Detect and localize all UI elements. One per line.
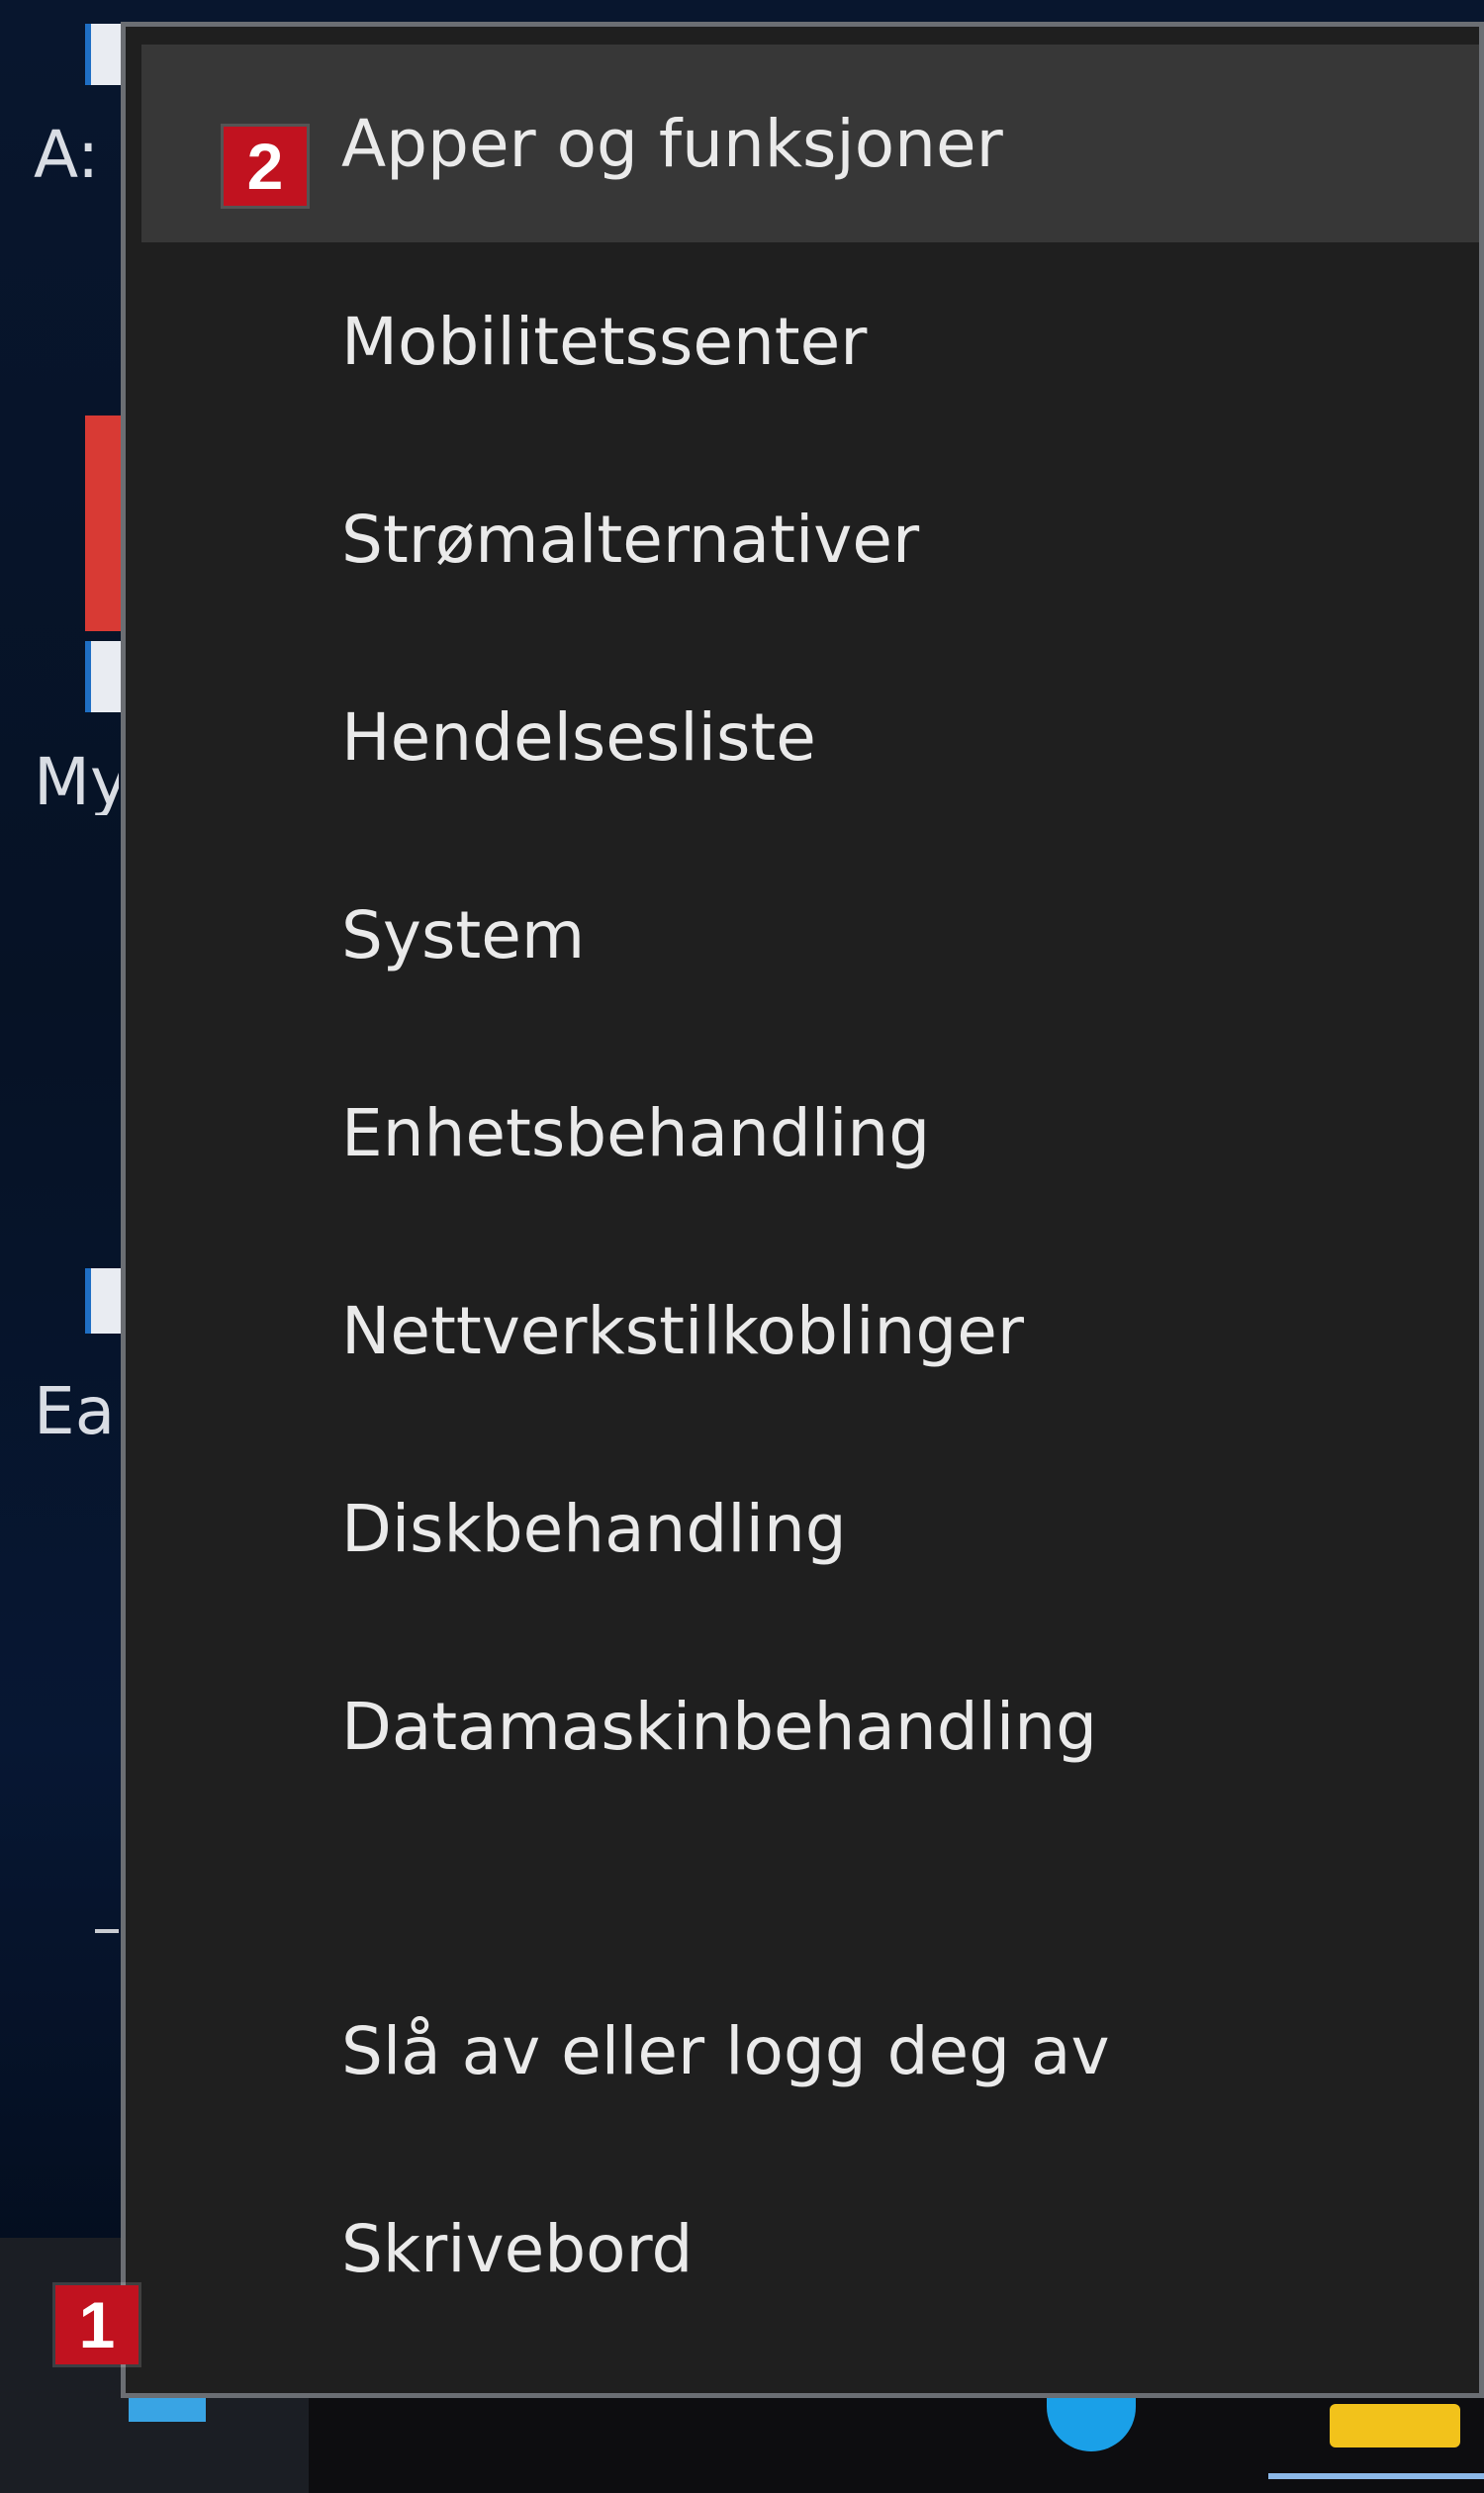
menu-item-shut-down-or-sign-out[interactable]: Slå av eller logg deg av [141, 1952, 1479, 2150]
file-explorer-icon[interactable] [1330, 2404, 1460, 2447]
desktop-icon-label[interactable]: Ea [34, 1379, 119, 1444]
menu-item-network-connections[interactable]: Nettverkstilkoblinger [141, 1232, 1479, 1430]
active-app-indicator [1268, 2473, 1484, 2479]
desktop-app-icon[interactable] [85, 416, 121, 631]
menu-item-label: Skrivebord [341, 2210, 694, 2287]
step-badge-1: 1 [55, 2285, 139, 2364]
menu-item-desktop[interactable]: Skrivebord [141, 2150, 1479, 2348]
menu-item-label: Hendelsesliste [341, 698, 816, 776]
menu-item-label: Datamaskinbehandling [341, 1688, 1097, 1765]
menu-item-disk-management[interactable]: Diskbehandling [141, 1430, 1479, 1627]
menu-item-computer-management[interactable]: Datamaskinbehandling [141, 1627, 1479, 1825]
desktop-icon-label[interactable]: A: [34, 123, 119, 188]
menu-item-event-viewer[interactable]: Hendelsesliste [141, 638, 1479, 836]
menu-item-label: Mobilitetssenter [341, 303, 868, 380]
menu-item-apps-and-features[interactable]: Apper og funksjoner [141, 45, 1479, 242]
desktop-shortcut-icon[interactable] [85, 24, 125, 85]
menu-item-label: Enhetsbehandling [341, 1094, 931, 1171]
menu-item-mobility-center[interactable]: Mobilitetssenter [141, 242, 1479, 440]
menu-item-label: Nettverkstilkoblinger [341, 1292, 1024, 1369]
desktop: A: My Ea Apper og funksjoner Mobilitetss… [0, 0, 1484, 2493]
step-badge-2: 2 [224, 127, 307, 206]
menu-item-power-options[interactable]: Strømalternativer [141, 440, 1479, 638]
menu-item-label: Diskbehandling [341, 1490, 847, 1567]
menu-item-label: Strømalternativer [341, 501, 920, 578]
desktop-shortcut-icon[interactable] [85, 641, 125, 712]
quick-link-menu: Apper og funksjoner Mobilitetssenter Str… [121, 22, 1484, 2398]
desktop-divider [95, 1929, 119, 1933]
menu-item-label: Slå av eller logg deg av [341, 2012, 1110, 2089]
menu-item-device-manager[interactable]: Enhetsbehandling [141, 1034, 1479, 1232]
menu-item-label: System [341, 896, 586, 973]
menu-separator [126, 1921, 1479, 1923]
menu-item-system[interactable]: System [141, 836, 1479, 1034]
menu-item-label: Apper og funksjoner [341, 105, 1003, 182]
desktop-shortcut-icon[interactable] [85, 1268, 125, 1334]
desktop-icon-label[interactable]: My [34, 750, 119, 815]
